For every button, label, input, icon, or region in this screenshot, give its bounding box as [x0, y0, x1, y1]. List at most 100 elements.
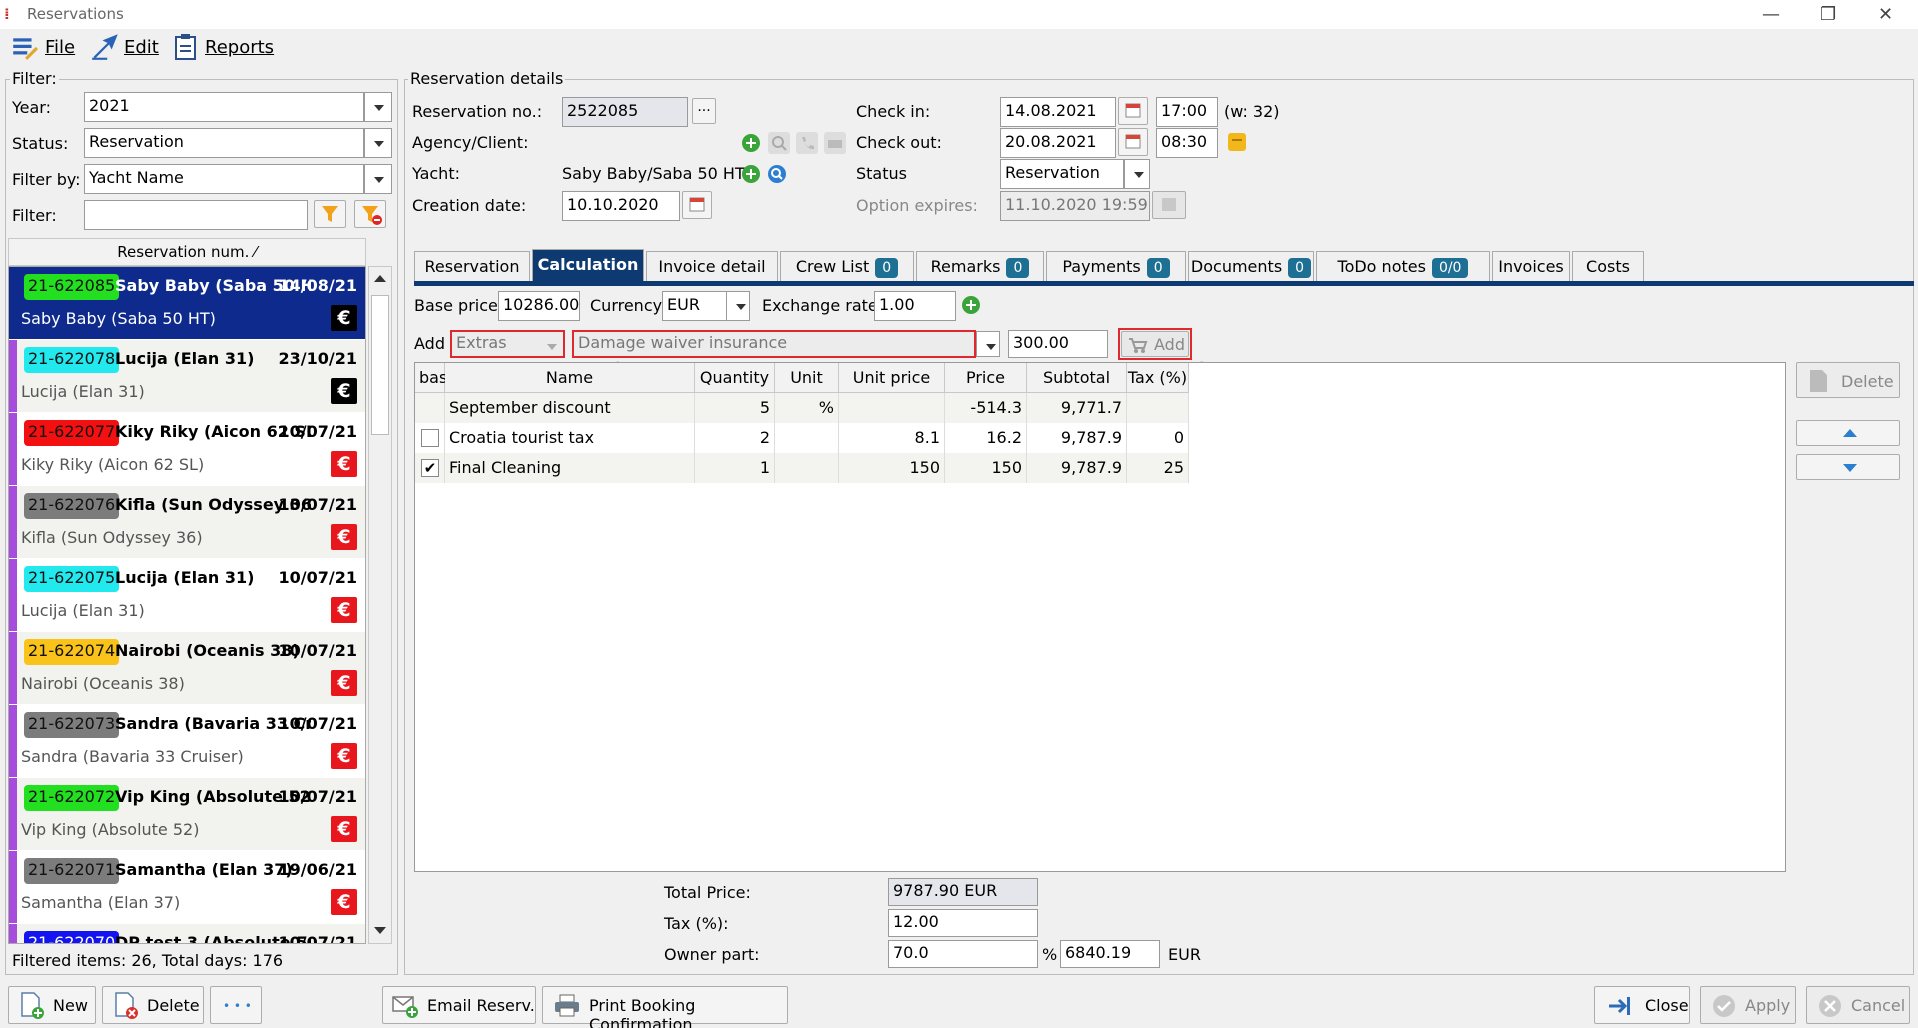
list-item[interactable]: 21-622073Sandra (Bavaria 33 Cruis10/07/2… — [9, 705, 365, 777]
list-item[interactable]: 21-622077 Kiky Riky (Aicon 62 SL) 10/07/21… — [9, 413, 365, 485]
card-agency-button[interactable] — [824, 132, 846, 154]
add-item-select[interactable]: Damage waiver insurance — [574, 332, 974, 356]
check-out-time-field[interactable]: 08:30 — [1156, 128, 1218, 158]
check-in-calendar-button[interactable] — [1118, 97, 1148, 125]
list-item[interactable]: 21-622070 DP test 3 (Absolute 56) 10/07/21… — [9, 924, 365, 943]
reservation-list[interactable]: 21-622085 Saby Baby (Saba 50 HT) 14/08/21 S… — [8, 266, 366, 944]
delete-row-button[interactable]: Delete — [1796, 362, 1900, 398]
menu-file[interactable]: File — [10, 29, 75, 67]
move-down-button[interactable] — [1796, 454, 1900, 480]
filter-by-dropdown-button[interactable] — [364, 164, 392, 194]
table-row[interactable]: Croatia tourist tax 2 8.1 16.2 9,787.9 0 — [415, 423, 1189, 453]
tab-invoice-detail[interactable]: Invoice detail — [646, 251, 778, 281]
add-amount-field[interactable]: 300.00 — [1008, 330, 1108, 358]
base-price-field[interactable]: 10286.00 — [498, 291, 580, 321]
year-select[interactable]: 2021 — [84, 92, 364, 122]
table-row[interactable]: ✔ Final Cleaning 1 150 150 9,787.9 25 — [415, 453, 1189, 483]
column-header[interactable]: Quantity — [695, 363, 775, 393]
tab-documents[interactable]: Documents 0 — [1188, 251, 1314, 281]
exchange-rate-field[interactable]: 1.00 — [874, 291, 956, 321]
filter-text-input[interactable] — [84, 200, 308, 230]
owner-amount-field[interactable]: 6840.19 — [1060, 940, 1160, 968]
email-reservation-button[interactable]: Email Reserv. — [382, 986, 536, 1024]
close-button-label: Close — [1645, 996, 1689, 1015]
move-up-button[interactable] — [1796, 420, 1900, 446]
currency-select[interactable]: EUR — [662, 291, 728, 321]
checkbox[interactable] — [421, 429, 439, 447]
menu-edit[interactable]: Edit — [90, 29, 159, 67]
column-header[interactable]: Unit price — [839, 363, 945, 393]
check-out-date-field[interactable]: 20.08.2021 — [1000, 128, 1116, 158]
menu-reports[interactable]: Reports — [172, 29, 274, 67]
tab-todo-notes[interactable]: ToDo notes 0/0 — [1316, 251, 1490, 281]
add-type-select[interactable]: Extras — [452, 332, 538, 356]
column-header[interactable]: bas — [415, 363, 447, 393]
status-filter-dropdown-button[interactable] — [364, 128, 392, 158]
add-exchange-button[interactable] — [960, 294, 982, 316]
search-agency-button[interactable] — [768, 132, 790, 154]
list-item[interactable]: 21-622075 Lucija (Elan 31) 10/07/21 Lucija … — [9, 559, 365, 631]
checkbox-checked[interactable]: ✔ — [421, 459, 439, 477]
apply-button[interactable]: Apply — [1700, 986, 1796, 1024]
add-type-dropdown-button[interactable] — [538, 332, 563, 356]
check-in-time-field[interactable]: 17:00 — [1156, 97, 1218, 127]
list-item[interactable]: 21-622076 Kifla (Sun Odyssey 36) 10/07/21 K… — [9, 486, 365, 558]
list-item[interactable]: 21-622078 Lucija (Elan 31) 23/10/21 Lucija … — [9, 340, 365, 412]
tab-calculation[interactable]: Calculation — [532, 249, 644, 281]
currency-dropdown-button[interactable] — [726, 291, 750, 321]
year-dropdown-button[interactable] — [364, 92, 392, 122]
tab-invoices[interactable]: Invoices — [1492, 251, 1570, 281]
status-select[interactable]: Reservation — [1000, 159, 1124, 189]
add-agency-button[interactable] — [740, 132, 762, 154]
owner-part-field[interactable]: 70.0 — [888, 940, 1038, 968]
tax-field[interactable]: 12.00 — [888, 909, 1038, 937]
check-in-date-field[interactable]: 14.08.2021 — [1000, 97, 1116, 127]
scroll-thumb[interactable] — [371, 295, 389, 435]
new-button[interactable]: New — [8, 986, 96, 1024]
reservation-no-browse-button[interactable]: ... — [692, 98, 716, 124]
close-button[interactable]: Close — [1594, 986, 1690, 1024]
creation-date-field[interactable]: 10.10.2020 — [562, 191, 680, 221]
tab-payments[interactable]: Payments 0 — [1046, 251, 1186, 281]
scroll-down-arrow[interactable] — [374, 927, 386, 934]
status-filter-select[interactable]: Reservation — [84, 128, 364, 158]
list-header[interactable]: Reservation num. ⁄ — [8, 238, 366, 266]
more-button[interactable]: • • • — [210, 986, 262, 1024]
delete-button[interactable]: Delete — [102, 986, 204, 1024]
check-out-calendar-button[interactable] — [1118, 128, 1148, 156]
column-header[interactable]: Tax (%) — [1127, 363, 1189, 393]
column-header[interactable]: Unit — [775, 363, 839, 393]
tab-reservation[interactable]: Reservation — [414, 251, 530, 281]
restore-button[interactable]: ❐ — [1820, 4, 1836, 25]
creation-date-calendar-button[interactable] — [682, 191, 712, 219]
clear-filter-button[interactable] — [354, 200, 386, 228]
currency-label: Currency: — [590, 296, 667, 315]
list-item[interactable]: 21-622072 Vip King (Absolute 52) 10/07/21 V… — [9, 778, 365, 850]
status-dropdown-button[interactable] — [1124, 159, 1150, 189]
tab-costs[interactable]: Costs — [1572, 251, 1644, 281]
table-row[interactable]: September discount 5% -514.3 9,771.7 — [415, 393, 1189, 423]
apply-filter-button[interactable] — [314, 200, 346, 228]
list-scrollbar[interactable] — [368, 266, 392, 944]
menu-bar: File Edit Reports — [0, 29, 1918, 67]
column-header[interactable]: Name — [445, 363, 695, 393]
search-yacht-button[interactable] — [766, 163, 788, 185]
tab-crew-list[interactable]: Crew List 0 — [780, 251, 914, 281]
scroll-up-arrow[interactable] — [374, 275, 386, 282]
list-item[interactable]: 21-622085 Saby Baby (Saba 50 HT) 14/08/21 S… — [9, 267, 365, 339]
add-yacht-button[interactable] — [740, 163, 762, 185]
list-item[interactable]: 21-622071 Samantha (Elan 37) 19/06/21 Saman… — [9, 851, 365, 923]
tab-remarks[interactable]: Remarks 0 — [916, 251, 1044, 281]
add-item-dropdown-button[interactable] — [976, 331, 1000, 357]
add-extra-button[interactable]: Add — [1121, 331, 1189, 357]
note-button[interactable] — [1226, 131, 1248, 153]
list-item[interactable]: 21-622074 Nairobi (Oceanis 38) 10/07/21 Nai… — [9, 632, 365, 704]
print-confirmation-button[interactable]: Print Booking Confirmation — [542, 986, 788, 1028]
column-header[interactable]: Subtotal — [1027, 363, 1127, 393]
column-header[interactable]: Price — [945, 363, 1027, 393]
cancel-button[interactable]: Cancel — [1806, 986, 1910, 1024]
minimize-button[interactable]: — — [1762, 4, 1780, 25]
filter-by-select[interactable]: Yacht Name — [84, 164, 364, 194]
close-window-button[interactable]: ✕ — [1878, 4, 1893, 25]
phone-agency-button[interactable] — [796, 132, 818, 154]
